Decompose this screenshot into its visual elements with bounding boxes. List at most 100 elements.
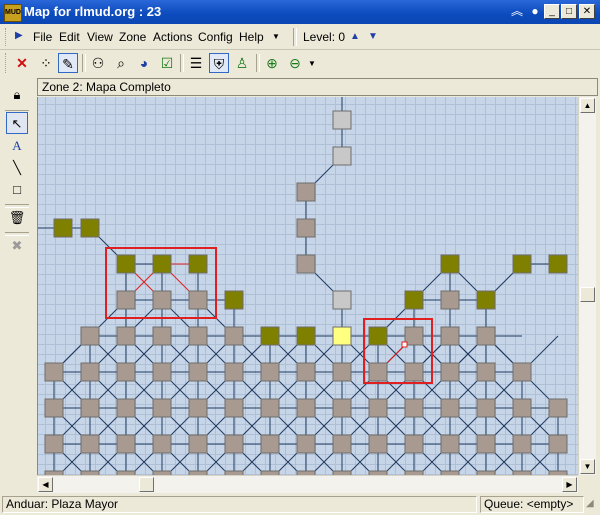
map-room[interactable] (332, 398, 352, 418)
map-room[interactable] (260, 434, 280, 454)
vertical-scrollbar[interactable]: ▲ ▼ (578, 97, 596, 475)
shield-person-icon[interactable]: ⛨ (209, 53, 229, 73)
map-room[interactable] (152, 434, 172, 454)
map-room[interactable] (296, 326, 316, 346)
menu-zone[interactable]: Zone (119, 30, 146, 44)
map-room[interactable] (368, 326, 388, 346)
person-walk-icon[interactable]: ♙ (232, 53, 252, 73)
link-handle[interactable] (401, 341, 408, 348)
map-room[interactable] (476, 290, 496, 310)
map-room[interactable] (116, 290, 136, 310)
map-room[interactable] (332, 362, 352, 382)
menu-edit[interactable]: Edit (59, 30, 80, 44)
map-room[interactable] (368, 362, 388, 382)
map-room[interactable] (80, 434, 100, 454)
lock-icon[interactable]: 🔒︎ (6, 84, 28, 106)
zoom-out-icon[interactable]: ⊖ (285, 53, 305, 73)
chevron-up-icon[interactable]: ︽ (510, 4, 524, 19)
map-room[interactable] (188, 290, 208, 310)
chevron-down-icon[interactable]: ▼ (272, 32, 280, 41)
map-room[interactable] (548, 398, 568, 418)
map-room[interactable] (224, 290, 244, 310)
map-room[interactable] (80, 326, 100, 346)
map-room[interactable] (116, 326, 136, 346)
map-room[interactable] (332, 146, 352, 166)
walk-list-icon[interactable]: ☰ (186, 53, 206, 73)
map-room[interactable] (404, 362, 424, 382)
trash-icon[interactable]: 🗑︎ (6, 207, 28, 229)
close-button[interactable]: ✕ (579, 4, 595, 19)
map-room[interactable] (368, 434, 388, 454)
map-room[interactable] (440, 290, 460, 310)
map-room[interactable] (512, 362, 532, 382)
map-room[interactable] (152, 398, 172, 418)
map-room[interactable] (260, 362, 280, 382)
map-room[interactable] (80, 362, 100, 382)
find-icon[interactable]: ⌕ (111, 53, 131, 73)
scroll-right-button[interactable]: ▶ (562, 477, 577, 492)
maximize-button[interactable]: □ (561, 4, 577, 19)
map-room[interactable] (404, 434, 424, 454)
path-dots-icon[interactable]: ⁘ (36, 53, 56, 73)
map-room[interactable] (296, 434, 316, 454)
binoculars-icon[interactable]: ⚇ (88, 53, 108, 73)
map-room[interactable] (512, 254, 532, 274)
map-room[interactable] (440, 434, 460, 454)
map-room[interactable] (188, 434, 208, 454)
map-room[interactable] (152, 326, 172, 346)
remove-icon[interactable]: ✖ (6, 235, 28, 257)
rect-tool-icon[interactable]: □ (6, 179, 28, 201)
pin-icon[interactable]: ● (528, 4, 542, 19)
level-down-icon[interactable]: ▼ (368, 31, 378, 42)
map-room[interactable] (296, 218, 316, 238)
map-room[interactable] (188, 254, 208, 274)
vertical-scroll-thumb[interactable] (580, 287, 595, 302)
map-room[interactable] (80, 398, 100, 418)
line-tool-icon[interactable]: ╲ (6, 157, 28, 179)
map-room[interactable] (44, 362, 64, 382)
map-room[interactable] (188, 362, 208, 382)
scroll-down-button[interactable]: ▼ (580, 459, 595, 474)
current-room[interactable] (332, 326, 352, 346)
map-room[interactable] (152, 290, 172, 310)
map-room[interactable] (224, 326, 244, 346)
map-room[interactable] (548, 434, 568, 454)
map-room[interactable] (188, 398, 208, 418)
map-room[interactable] (224, 362, 244, 382)
zoom-in-icon[interactable]: ⊕ (262, 53, 282, 73)
map-room[interactable] (44, 434, 64, 454)
menu-view[interactable]: View (87, 30, 113, 44)
map-room[interactable] (224, 398, 244, 418)
map-room[interactable] (332, 110, 352, 130)
horizontal-scrollbar[interactable]: ◀ ▶ (37, 475, 578, 493)
map-room[interactable] (476, 326, 496, 346)
map-room[interactable] (53, 218, 73, 238)
map-room[interactable] (260, 326, 280, 346)
map-room[interactable] (440, 398, 460, 418)
map-room[interactable] (296, 182, 316, 202)
map-room[interactable] (476, 434, 496, 454)
map-room[interactable] (152, 362, 172, 382)
map-room[interactable] (296, 398, 316, 418)
map-room[interactable] (332, 290, 352, 310)
map-room[interactable] (44, 398, 64, 418)
map-room[interactable] (440, 326, 460, 346)
delete-icon[interactable]: ✕ (12, 53, 32, 73)
map-room[interactable] (404, 326, 424, 346)
menu-actions[interactable]: Actions (153, 30, 192, 44)
map-room[interactable] (224, 434, 244, 454)
map-room[interactable] (116, 398, 136, 418)
map-room[interactable] (296, 254, 316, 274)
map-room[interactable] (332, 434, 352, 454)
map-room[interactable] (368, 398, 388, 418)
map-room[interactable] (440, 362, 460, 382)
map-canvas[interactable] (37, 97, 579, 475)
globe-icon[interactable]: ◕ (134, 53, 154, 73)
minimize-button[interactable]: _ (544, 4, 560, 19)
map-room[interactable] (116, 254, 136, 274)
resize-grip-icon[interactable]: ◢ (586, 498, 594, 509)
pointer-icon[interactable]: ↖ (6, 112, 28, 134)
text-tool-icon[interactable]: A (6, 135, 28, 157)
map-room[interactable] (296, 362, 316, 382)
map-room[interactable] (116, 434, 136, 454)
